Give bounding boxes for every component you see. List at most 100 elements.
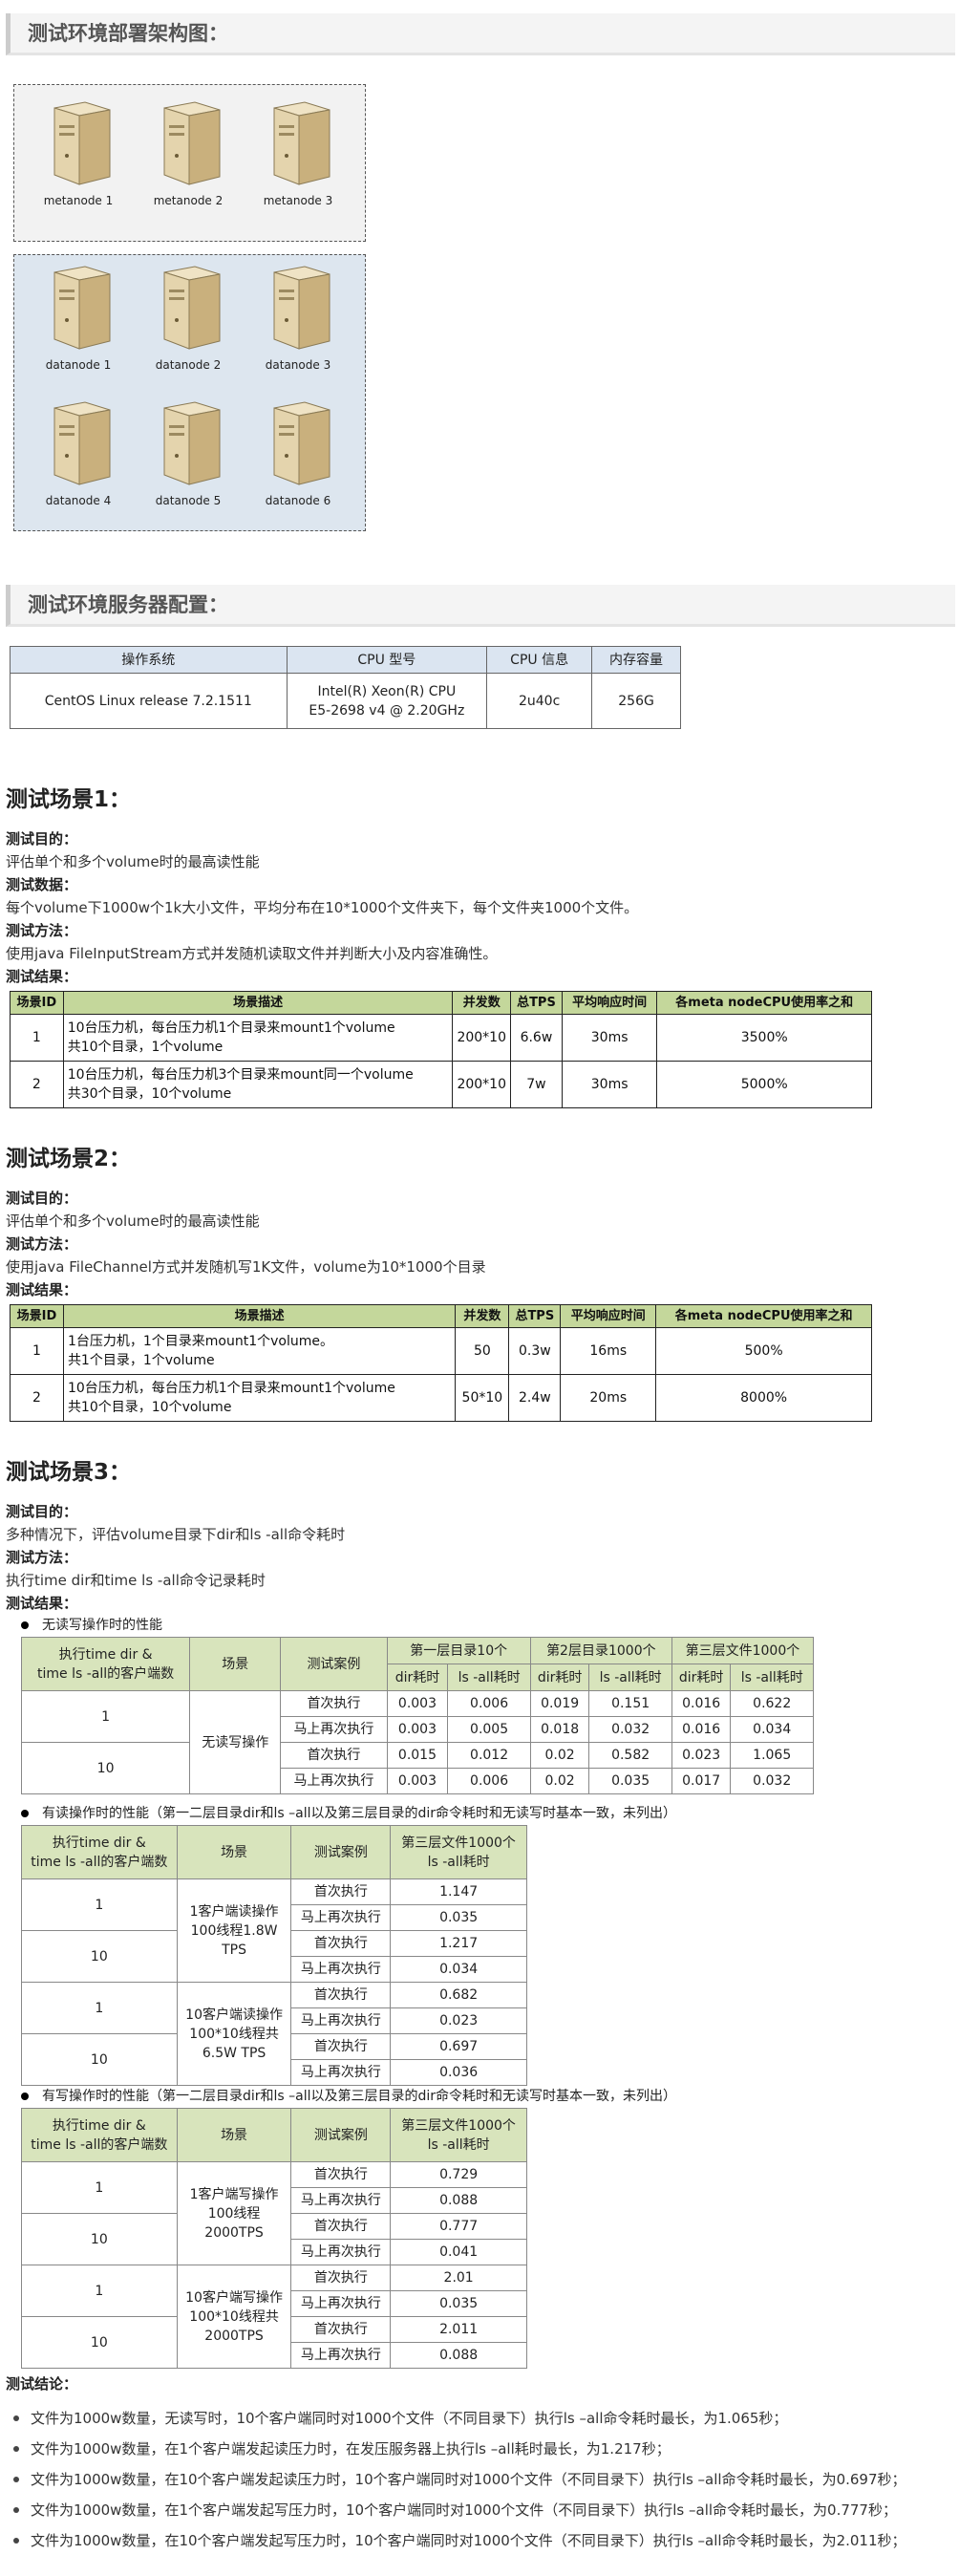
scene-line: TPS xyxy=(222,1942,247,1958)
scene1-purpose-label: 测试目的： xyxy=(6,830,78,848)
t1-clients-1: 1 xyxy=(20,1690,191,1743)
value-cell: 0.682 xyxy=(390,1982,527,2008)
table-row: 2 10台压力机，每台压力机3个目录来mount同一个volume 共30个目录，… xyxy=(10,1061,872,1108)
desc-line: 共1个目录，1个volume xyxy=(67,1353,215,1368)
case-cell: 马上再次执行 xyxy=(290,2239,392,2265)
t1-cell: 0.006 xyxy=(447,1768,531,1794)
case-cell: 马上再次执行 xyxy=(290,2187,392,2214)
header-line: 执行time dir & xyxy=(52,1835,146,1851)
t1-case: 首次执行 xyxy=(280,1690,388,1717)
scene-line: 1客户端写操作 xyxy=(189,2186,279,2202)
scene1-r2-rt: 30ms xyxy=(561,1061,658,1108)
scene-line: 10客户端写操作 xyxy=(185,2289,283,2306)
scene1-purpose: 评估单个和多个volume时的最高读性能 xyxy=(6,853,260,870)
case-cell: 首次执行 xyxy=(290,2161,392,2188)
scene-line: 1客户端读操作 xyxy=(189,1903,279,1920)
section-header-architecture: 测试环境部署架构图： xyxy=(6,13,955,55)
server-node: datanode 5 xyxy=(145,398,231,513)
config-cell-memory: 256G xyxy=(591,673,681,729)
scene-line: 2000TPS xyxy=(204,2328,264,2344)
server-icon xyxy=(163,101,221,185)
conclusion-item: 文件为1000w数量，在10个客户端发起读压力时，10个客户端同时对1000个文… xyxy=(6,2464,955,2495)
t3-header-row: 执行time dir & time ls -all的客户端数 场景 测试案例 第三… xyxy=(21,2108,527,2162)
scene2-h-cpu: 各meta nodeCPU使用率之和 xyxy=(655,1304,872,1328)
t1-cell: 0.02 xyxy=(529,1742,590,1769)
cpu-model-line2: E5-2698 v4 @ 2.20GHz xyxy=(309,702,465,719)
clients-cell: 10 xyxy=(21,1930,178,1983)
header-line: time ls -all的客户端数 xyxy=(31,2136,168,2153)
scene1-title: 测试场景1： xyxy=(6,787,132,812)
value-cell: 1.217 xyxy=(390,1930,527,1957)
desc-line: 共10个目录，10个volume xyxy=(67,1400,232,1415)
scene-line: 100*10线程共 xyxy=(189,2308,279,2325)
t1-case: 马上再次执行 xyxy=(280,1716,388,1743)
scene1-data-label: 测试数据： xyxy=(6,876,78,893)
scene1-r2-conc: 200*10 xyxy=(452,1061,511,1108)
header-line: 第三层文件1000个 xyxy=(401,1835,516,1851)
scene1-h-tps: 总TPS xyxy=(510,991,563,1015)
server-node-label: datanode 1 xyxy=(45,358,112,372)
section-header-config: 测试环境服务器配置： xyxy=(6,585,955,627)
config-cell-cpu-info: 2u40c xyxy=(486,673,593,729)
table-row: 1 无读写操作 首次执行 0.003 0.006 0.019 0.151 0.0… xyxy=(20,1690,814,1794)
server-node: metanode 3 xyxy=(255,98,341,213)
scene1-h-rt: 平均响应时间 xyxy=(561,991,658,1015)
t1-case: 马上再次执行 xyxy=(280,1768,388,1794)
config-header-row: 操作系统 CPU 型号 CPU 信息 内存容量 xyxy=(10,646,681,674)
case-cell: 首次执行 xyxy=(290,1878,392,1905)
t1-cell: 0.017 xyxy=(671,1768,732,1794)
case-cell: 马上再次执行 xyxy=(290,1904,392,1931)
scene3-method: 执行time dir和time ls -all命令记录耗时 xyxy=(6,1572,266,1589)
t1-scene: 无读写操作 xyxy=(189,1690,282,1794)
datanode-group: datanode 1 datanode 2 datanode 3 datanode 4… xyxy=(13,254,366,531)
scene1-r2-cpu: 5000% xyxy=(656,1061,872,1108)
t3-h-clients: 执行time dir & time ls -all的客户端数 xyxy=(21,2108,178,2162)
value-cell: 0.034 xyxy=(390,1956,527,1983)
t1-case: 首次执行 xyxy=(280,1742,388,1769)
scene3-purpose: 多种情况下，评估volume目录下dir和ls -all命令耗时 xyxy=(6,1526,346,1543)
scene1-h-id: 场景ID xyxy=(10,991,64,1015)
t1-cell: 0.015 xyxy=(386,1742,449,1769)
scene2-r1-desc: 1台压力机，1个目录来mount1个volume。 共1个目录，1个volume xyxy=(62,1327,457,1375)
perf-table-noop: 执行time dir & time ls -all的客户端数 场景 测试案例 第一… xyxy=(20,1637,815,1794)
t1-cell: 0.006 xyxy=(447,1690,531,1717)
scene-line: 10客户端读操作 xyxy=(185,2007,283,2023)
scene-line: 6.5W TPS xyxy=(202,2045,266,2061)
scene2-r2-cpu: 8000% xyxy=(655,1374,872,1422)
t1-cell: 0.003 xyxy=(386,1690,449,1717)
config-header-cpu-model: CPU 型号 xyxy=(286,646,488,674)
server-node-label: metanode 3 xyxy=(263,194,333,207)
table-row: 1 1台压力机，1个目录来mount1个volume。 共1个目录，1个volum… xyxy=(10,1327,872,1375)
scene1-r1-desc: 10台压力机，每台压力机1个目录来mount1个volume 共10个目录，1个v… xyxy=(62,1014,454,1062)
scene2-method-label: 测试方法： xyxy=(6,1235,78,1253)
case-cell: 马上再次执行 xyxy=(290,2290,392,2317)
desc-line: 共10个目录，1个volume xyxy=(67,1040,224,1055)
scene1-data: 每个volume下1000w个1k大小文件，平均分布在10*1000个文件夹下，… xyxy=(6,899,639,916)
conclusion-item: 文件为1000w数量，无读写时，10个客户端同时对1000个文件（不同目录下）执… xyxy=(6,2403,955,2434)
t1-clients-10: 10 xyxy=(20,1742,191,1794)
server-node-label: datanode 2 xyxy=(155,358,222,372)
t1-cell: 0.032 xyxy=(588,1716,672,1743)
scene2-header-row: 场景ID 场景描述 并发数 总TPS 平均响应时间 各meta nodeCPU使… xyxy=(10,1304,872,1328)
t3-h-case: 测试案例 xyxy=(290,2108,392,2162)
server-node: metanode 2 xyxy=(145,98,231,213)
scene2-h-id: 场景ID xyxy=(10,1304,64,1328)
header-line: time ls -all的客户端数 xyxy=(37,1665,175,1682)
scene1-h-conc: 并发数 xyxy=(452,991,511,1015)
t1-h-scene: 场景 xyxy=(189,1637,282,1691)
scene2-h-tps: 总TPS xyxy=(508,1304,562,1328)
server-icon xyxy=(273,401,330,485)
server-icon xyxy=(163,401,221,485)
server-icon xyxy=(53,401,111,485)
t3-h-scene: 场景 xyxy=(176,2108,292,2162)
conclusion-item: 文件为1000w数量，在1个客户端发起写压力时，10个客户端同时对1000个文件… xyxy=(6,2495,955,2525)
t1-cell: 0.023 xyxy=(671,1742,732,1769)
scene2-r2-desc: 10台压力机，每台压力机1个目录来mount1个volume 共10个目录，10个… xyxy=(62,1374,457,1422)
scene2-r1-id: 1 xyxy=(10,1327,64,1375)
scene1-r1-id: 1 xyxy=(10,1014,64,1062)
value-cell: 0.036 xyxy=(390,2059,527,2086)
bullet-dot-icon xyxy=(21,1621,29,1629)
scene-line: 100*10线程共 xyxy=(189,2026,279,2042)
value-cell: 0.088 xyxy=(390,2187,527,2214)
value-cell: 0.088 xyxy=(390,2342,527,2369)
